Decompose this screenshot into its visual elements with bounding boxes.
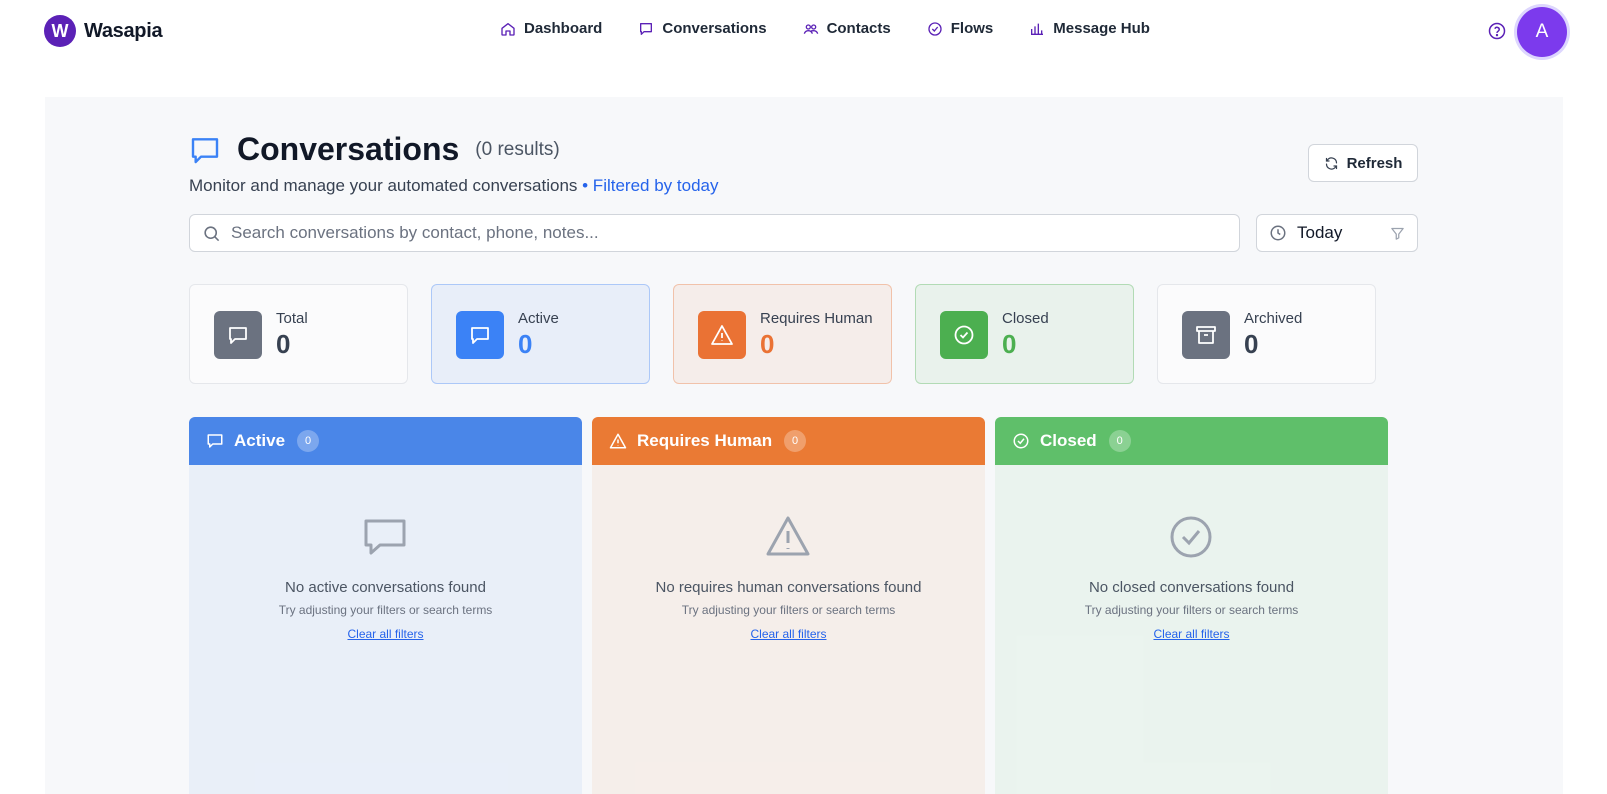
filter-note: • Filtered by today — [577, 176, 719, 195]
chat-icon — [229, 327, 247, 344]
chat-icon — [191, 137, 219, 163]
empty-state-hint: Try adjusting your filters or search ter… — [1084, 603, 1299, 617]
nav-item-flows[interactable]: Flows — [927, 20, 994, 37]
nav-item-contacts[interactable]: Contacts — [803, 20, 891, 37]
page-header: Conversations (0 results) — [189, 131, 560, 168]
clear-filters-link[interactable]: Clear all filters — [995, 627, 1388, 641]
stat-value: 0 — [518, 329, 533, 359]
clear-filters-link[interactable]: Clear all filters — [189, 627, 582, 641]
warning-icon — [766, 516, 810, 556]
column-body: No active conversations found Try adjust… — [189, 465, 582, 794]
stat-value: 0 — [1244, 329, 1259, 359]
brand-name: Wasapia — [84, 19, 163, 42]
refresh-label: Refresh — [1346, 154, 1403, 172]
chat-icon — [471, 327, 489, 344]
search-box — [189, 214, 1240, 252]
column-closed: Closed 0 No closed conversations found T… — [995, 417, 1388, 794]
column-title: Requires Human — [637, 431, 773, 450]
stat-value: 0 — [1002, 329, 1017, 359]
result-count: (0 results) — [475, 138, 560, 160]
column-header: Requires Human 0 — [592, 417, 985, 465]
nav-item-message-hub[interactable]: Message Hub — [1029, 20, 1150, 37]
column-title: Closed — [1040, 431, 1097, 450]
column-body: No requires human conversations found Tr… — [592, 465, 985, 794]
chat-icon — [207, 434, 223, 448]
nav-item-dashboard[interactable]: Dashboard — [500, 20, 602, 37]
column-count-badge: 0 — [297, 430, 320, 452]
column-requires-human: Requires Human 0 No requires human conve… — [592, 417, 985, 794]
empty-state-hint: Try adjusting your filters or search ter… — [278, 603, 493, 617]
top-navigation-bar: W Wasapia Dashboard Conversations Contac… — [0, 0, 1607, 64]
clear-filters-link[interactable]: Clear all filters — [592, 627, 985, 641]
stat-card-total: Total 0 — [189, 284, 408, 384]
check-circle-icon — [954, 325, 974, 345]
stat-label: Active — [518, 310, 559, 327]
nav-item-label: Dashboard — [524, 20, 603, 37]
stat-card-active: Active 0 — [431, 284, 650, 384]
check-circle-icon — [928, 21, 942, 36]
empty-state-title: No active conversations found — [285, 579, 486, 596]
search-input[interactable] — [231, 223, 1221, 243]
page-subtitle: Monitor and manage your automated conver… — [189, 176, 718, 196]
stat-icon-tile — [1182, 311, 1230, 359]
stats-row: Total 0 Active 0 Requires Human 0 Closed… — [189, 284, 1418, 384]
column-header: Active 0 — [189, 417, 582, 465]
column-count-badge: 0 — [1108, 430, 1131, 452]
users-icon — [803, 23, 818, 34]
stat-icon-tile — [698, 311, 746, 359]
empty-state-title: No requires human conversations found — [655, 579, 922, 596]
stat-icon-tile — [456, 311, 504, 359]
refresh-icon — [1325, 156, 1337, 170]
stat-value: 0 — [276, 329, 291, 359]
bar-chart-icon — [1031, 23, 1044, 35]
chat-icon — [640, 22, 653, 35]
user-avatar[interactable]: A — [1517, 7, 1567, 57]
nav-item-label: Contacts — [826, 20, 891, 37]
column-active: Active 0 No active conversations found T… — [189, 417, 582, 794]
stat-value: 0 — [760, 329, 775, 359]
refresh-button[interactable]: Refresh — [1308, 144, 1418, 182]
warning-icon — [711, 325, 733, 345]
archive-icon — [1196, 326, 1216, 344]
stat-label: Closed — [1002, 310, 1049, 327]
page-title: Conversations — [237, 131, 460, 167]
column-title: Active — [234, 431, 286, 450]
column-body: No closed conversations found Try adjust… — [995, 465, 1388, 794]
column-count-badge: 0 — [784, 430, 807, 452]
stat-label: Total — [276, 310, 308, 327]
brand-logo: W — [44, 15, 76, 47]
check-circle-icon — [1013, 433, 1029, 449]
search-icon — [204, 225, 220, 241]
date-filter-select[interactable]: Today — [1256, 214, 1418, 252]
column-header: Closed 0 — [995, 417, 1388, 465]
home-icon — [501, 22, 515, 36]
empty-state-hint: Try adjusting your filters or search ter… — [681, 603, 896, 617]
stat-icon-tile — [940, 311, 988, 359]
brand[interactable]: W Wasapia — [44, 15, 163, 47]
main-nav: Dashboard Conversations Contacts Flows M… — [500, 20, 1150, 37]
check-circle-icon — [1170, 516, 1212, 558]
stat-card-requires-human: Requires Human 0 — [673, 284, 892, 384]
nav-item-label: Flows — [950, 20, 994, 37]
nav-item-conversations[interactable]: Conversations — [638, 20, 767, 37]
clock-icon — [1270, 225, 1286, 241]
date-filter-value: Today — [1297, 223, 1343, 242]
subtitle-text: Monitor and manage your automated conver… — [189, 176, 578, 195]
main-panel: Conversations (0 results) Monitor and ma… — [45, 97, 1563, 794]
nav-item-label: Message Hub — [1053, 20, 1150, 37]
empty-state-title: No closed conversations found — [1088, 579, 1295, 596]
stat-icon-tile — [214, 311, 262, 359]
stat-card-archived: Archived 0 — [1157, 284, 1376, 384]
stat-label: Requires Human — [760, 310, 873, 327]
conversations-content: Conversations (0 results) Monitor and ma… — [189, 97, 1418, 794]
warning-icon — [609, 433, 627, 449]
filter-icon — [1391, 227, 1404, 240]
stat-card-closed: Closed 0 — [915, 284, 1134, 384]
nav-item-label: Conversations — [662, 20, 767, 37]
help-icon[interactable] — [1488, 22, 1506, 40]
chat-icon — [364, 519, 406, 555]
stat-label: Archived — [1244, 310, 1303, 327]
